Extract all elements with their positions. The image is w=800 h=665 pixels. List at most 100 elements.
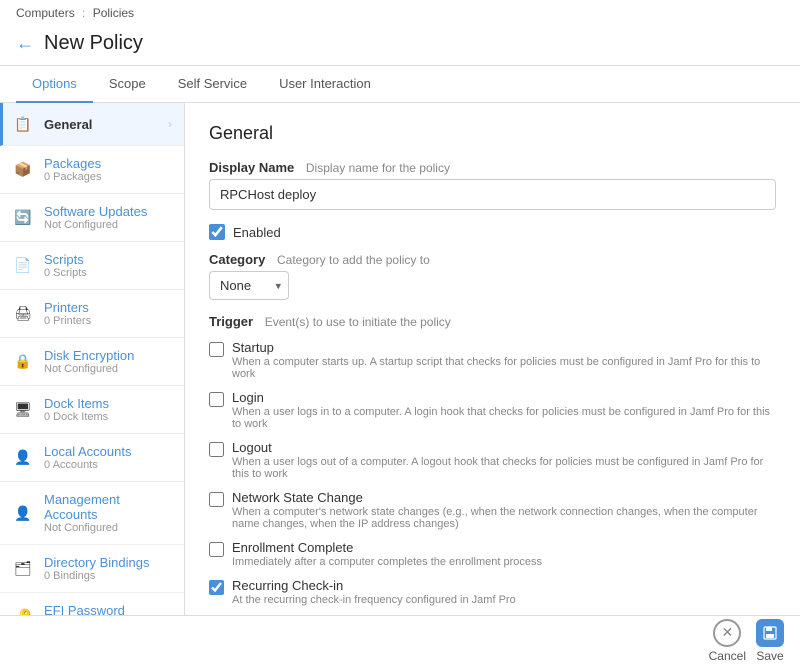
trigger-label: Trigger <box>209 314 253 329</box>
display-name-hint: Display name for the policy <box>306 161 450 175</box>
sidebar-item-disk-encryption[interactable]: 🔒 Disk Encryption Not Configured <box>0 338 184 386</box>
sidebar-sublabel-scripts: 0 Scripts <box>44 267 172 279</box>
scripts-icon: 📄 <box>12 255 34 277</box>
save-button[interactable]: Save <box>756 619 784 663</box>
sidebar-label-printers: Printers <box>44 300 172 315</box>
sidebar-item-packages[interactable]: 📦 Packages 0 Packages <box>0 146 184 194</box>
software-updates-icon: 🔄 <box>12 207 34 229</box>
trigger-enrollment-checkbox[interactable] <box>209 542 224 557</box>
trigger-logout: Logout When a user logs out of a compute… <box>209 435 776 485</box>
sidebar-sublabel-printers: 0 Printers <box>44 315 172 327</box>
trigger-logout-name: Logout <box>232 440 776 455</box>
breadcrumb-computers[interactable]: Computers <box>16 6 75 20</box>
sidebar-sublabel-dock-items: 0 Dock Items <box>44 411 172 423</box>
top-bar: Computers : Policies ← New Policy <box>0 0 800 66</box>
disk-encryption-icon: 🔒 <box>12 351 34 373</box>
trigger-recurring-desc: At the recurring check-in frequency conf… <box>232 594 516 606</box>
cancel-label: Cancel <box>709 649 746 663</box>
trigger-recurring-name: Recurring Check-in <box>232 578 516 593</box>
trigger-login: Login When a user logs in to a computer.… <box>209 385 776 435</box>
cancel-icon: ✕ <box>713 619 741 647</box>
breadcrumb-sep: : <box>82 6 89 20</box>
enabled-label: Enabled <box>233 225 281 240</box>
display-name-input[interactable] <box>209 179 776 210</box>
sidebar-sublabel-disk-encryption: Not Configured <box>44 363 172 375</box>
trigger-login-desc: When a user logs in to a computer. A log… <box>232 406 776 430</box>
sidebar-label-management-accounts: Management Accounts <box>44 492 172 522</box>
tabs-bar: Options Scope Self Service User Interact… <box>0 66 800 103</box>
sidebar-label-software-updates: Software Updates <box>44 204 172 219</box>
trigger-startup-checkbox[interactable] <box>209 342 224 357</box>
trigger-enrollment-desc: Immediately after a computer completes t… <box>232 556 542 568</box>
content-area: General Display Name Display name for th… <box>185 103 800 648</box>
tab-scope[interactable]: Scope <box>93 66 162 103</box>
sidebar-sublabel-directory-bindings: 0 Bindings <box>44 570 172 582</box>
sidebar-sublabel-packages: 0 Packages <box>44 171 172 183</box>
sidebar-label-dock-items: Dock Items <box>44 396 172 411</box>
chevron-right-icon: › <box>168 117 172 131</box>
directory-bindings-icon: 🗂 <box>12 558 34 580</box>
trigger-network-desc: When a computer's network state changes … <box>232 506 776 530</box>
category-select-wrapper: None <box>209 271 289 300</box>
sidebar-item-general[interactable]: 📋 General › <box>0 103 184 146</box>
tab-user-interaction[interactable]: User Interaction <box>263 66 387 103</box>
category-select[interactable]: None <box>209 271 289 300</box>
trigger-logout-desc: When a user logs out of a computer. A lo… <box>232 456 776 480</box>
tab-options[interactable]: Options <box>16 66 93 103</box>
section-title-general: General <box>209 123 776 144</box>
trigger-enrollment-name: Enrollment Complete <box>232 540 542 555</box>
save-label: Save <box>756 649 783 663</box>
sidebar-sublabel-software-updates: Not Configured <box>44 219 172 231</box>
sidebar: 📋 General › 📦 Packages 0 Packages 🔄 Soft… <box>0 103 185 648</box>
trigger-network-checkbox[interactable] <box>209 492 224 507</box>
cancel-button[interactable]: ✕ Cancel <box>709 619 746 663</box>
category-hint: Category to add the policy to <box>277 253 430 267</box>
trigger-logout-checkbox[interactable] <box>209 442 224 457</box>
sidebar-label-local-accounts: Local Accounts <box>44 444 172 459</box>
main-layout: 📋 General › 📦 Packages 0 Packages 🔄 Soft… <box>0 103 800 648</box>
trigger-login-name: Login <box>232 390 776 405</box>
sidebar-item-directory-bindings[interactable]: 🗂 Directory Bindings 0 Bindings <box>0 545 184 593</box>
sidebar-label-disk-encryption: Disk Encryption <box>44 348 172 363</box>
trigger-enrollment-complete: Enrollment Complete Immediately after a … <box>209 535 776 573</box>
display-name-label: Display Name <box>209 160 294 175</box>
trigger-login-checkbox[interactable] <box>209 392 224 407</box>
sidebar-label-general: General <box>44 117 158 132</box>
trigger-startup-name: Startup <box>232 340 776 355</box>
trigger-network-state-change: Network State Change When a computer's n… <box>209 485 776 535</box>
trigger-hint: Event(s) to use to initiate the policy <box>265 315 451 329</box>
management-accounts-icon: 👤 <box>12 502 34 524</box>
category-group: Category Category to add the policy to N… <box>209 252 776 300</box>
sidebar-label-packages: Packages <box>44 156 172 171</box>
trigger-recurring-checkbox[interactable] <box>209 580 224 595</box>
category-label: Category <box>209 252 265 267</box>
trigger-startup: Startup When a computer starts up. A sta… <box>209 335 776 385</box>
save-icon <box>756 619 784 647</box>
breadcrumb-policies[interactable]: Policies <box>93 6 134 20</box>
sidebar-item-dock-items[interactable]: 🖥 Dock Items 0 Dock Items <box>0 386 184 434</box>
packages-icon: 📦 <box>12 159 34 181</box>
trigger-section: Trigger Event(s) to use to initiate the … <box>209 314 776 648</box>
sidebar-sublabel-local-accounts: 0 Accounts <box>44 459 172 471</box>
sidebar-item-software-updates[interactable]: 🔄 Software Updates Not Configured <box>0 194 184 242</box>
general-icon: 📋 <box>12 113 34 135</box>
back-button[interactable]: ← <box>16 33 34 54</box>
local-accounts-icon: 👤 <box>12 447 34 469</box>
sidebar-item-scripts[interactable]: 📄 Scripts 0 Scripts <box>0 242 184 290</box>
enabled-row: Enabled <box>209 224 776 240</box>
page-header: ← New Policy <box>16 24 784 65</box>
dock-items-icon: 🖥 <box>12 399 34 421</box>
sidebar-item-local-accounts[interactable]: 👤 Local Accounts 0 Accounts <box>0 434 184 482</box>
sidebar-sublabel-management-accounts: Not Configured <box>44 522 172 534</box>
trigger-recurring-checkin: Recurring Check-in At the recurring chec… <box>209 573 776 611</box>
trigger-network-name: Network State Change <box>232 490 776 505</box>
page-title: New Policy <box>44 32 143 55</box>
printers-icon: 🖨 <box>12 303 34 325</box>
sidebar-item-printers[interactable]: 🖨 Printers 0 Printers <box>0 290 184 338</box>
sidebar-label-directory-bindings: Directory Bindings <box>44 555 172 570</box>
tab-self-service[interactable]: Self Service <box>162 66 263 103</box>
enabled-checkbox[interactable] <box>209 224 225 240</box>
bottom-bar: ✕ Cancel Save <box>0 615 800 665</box>
sidebar-item-management-accounts[interactable]: 👤 Management Accounts Not Configured <box>0 482 184 545</box>
breadcrumb: Computers : Policies <box>16 0 784 24</box>
